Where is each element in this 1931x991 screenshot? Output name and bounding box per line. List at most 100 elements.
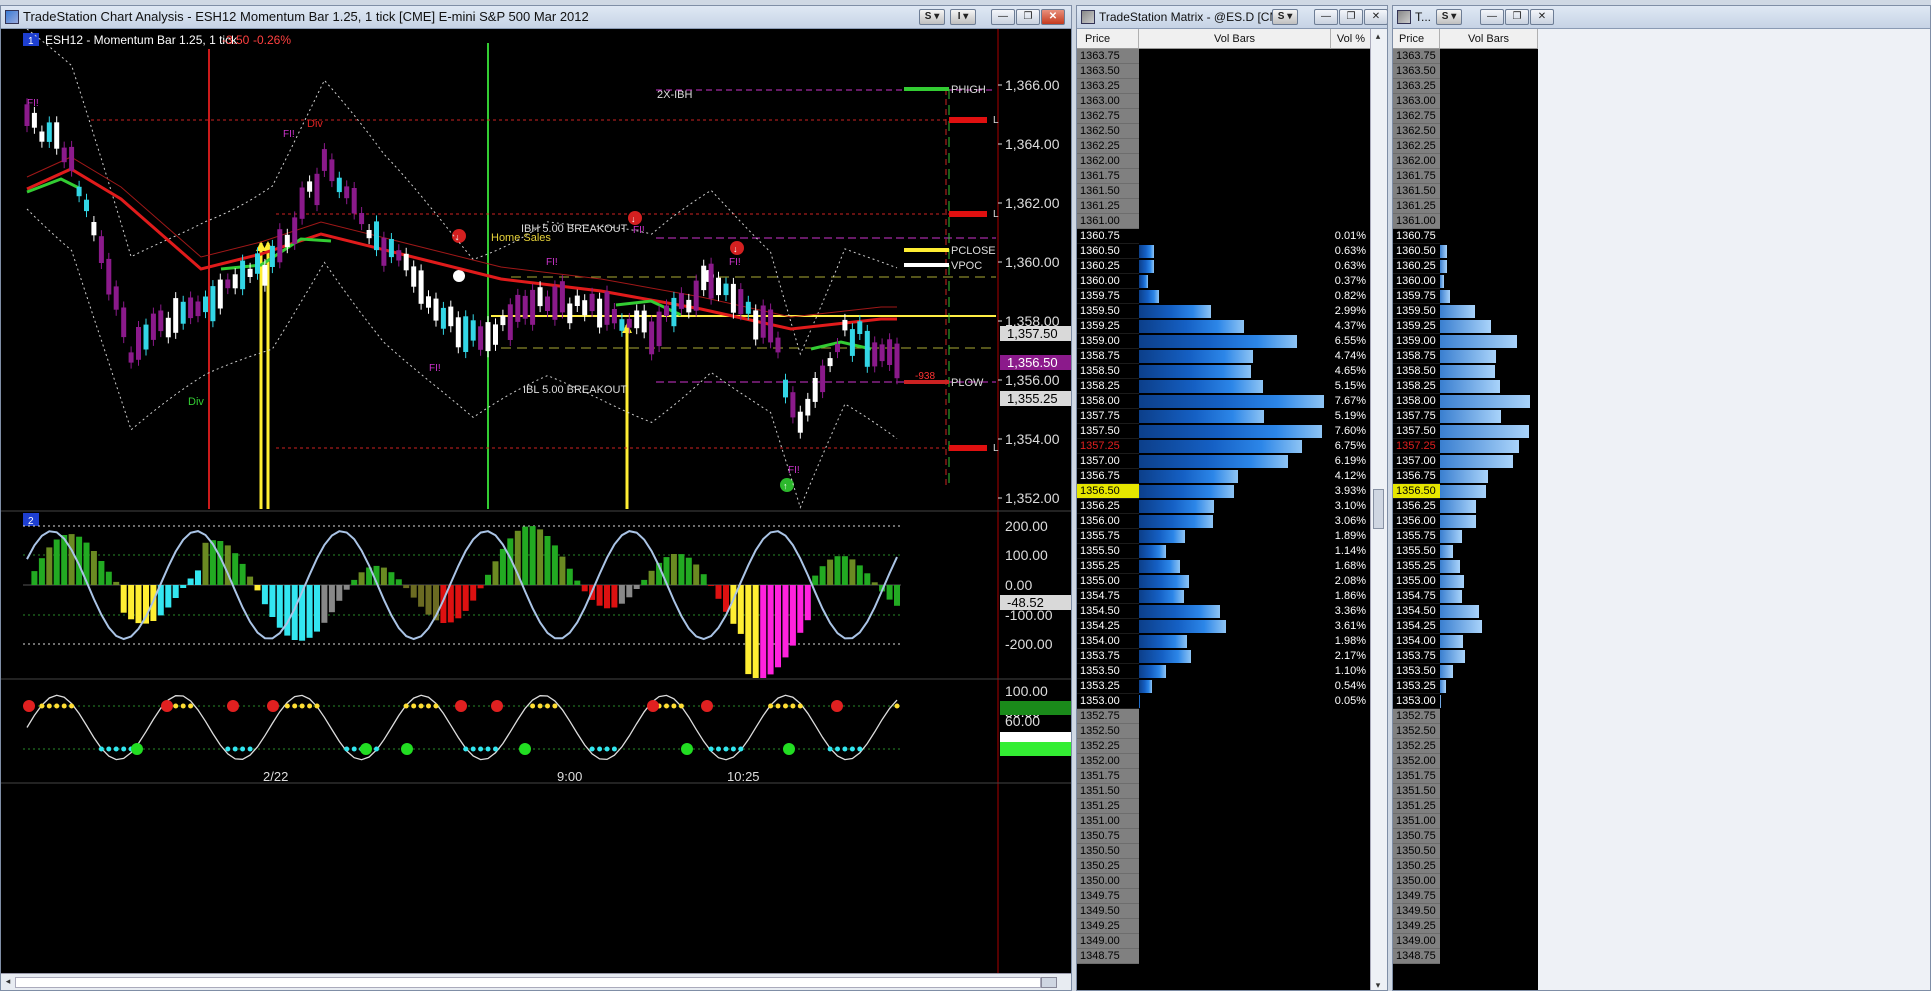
matrix2-row[interactable]: 1356.25 (1393, 499, 1538, 514)
matrix2-price-cell[interactable]: 1358.25 (1393, 379, 1440, 394)
matrix2-row[interactable]: 1361.75 (1393, 169, 1538, 184)
matrix-price-cell[interactable]: 1348.75 (1077, 949, 1139, 964)
matrix2-price-cell[interactable]: 1361.25 (1393, 199, 1440, 214)
matrix2-row[interactable]: 1362.50 (1393, 124, 1538, 139)
matrix2-row[interactable]: 1349.50 (1393, 904, 1538, 919)
matrix-row[interactable]: 1351.25 (1077, 799, 1372, 814)
matrix-row[interactable]: 1362.50 (1077, 124, 1372, 139)
matrix-row[interactable]: 1356.25 3.10% (1077, 499, 1372, 514)
matrix2-row[interactable]: 1351.00 (1393, 814, 1538, 829)
matrix-row[interactable]: 1360.00 0.37% (1077, 274, 1372, 289)
matrix-price-cell[interactable]: 1353.75 (1077, 649, 1139, 664)
matrix2-row[interactable]: 1359.00 (1393, 334, 1538, 349)
matrix-restore-button[interactable]: ❐ (1339, 9, 1363, 25)
matrix2-price-cell[interactable]: 1348.75 (1393, 949, 1440, 964)
matrix-price-cell[interactable]: 1358.50 (1077, 364, 1139, 379)
matrix-price-cell[interactable]: 1351.00 (1077, 814, 1139, 829)
matrix-price-cell[interactable]: 1359.50 (1077, 304, 1139, 319)
matrix-minimize-button[interactable]: — (1314, 9, 1338, 25)
matrix2-minimize-button[interactable]: — (1480, 9, 1504, 25)
matrix2-price-cell[interactable]: 1355.50 (1393, 544, 1440, 559)
matrix2-row[interactable]: 1356.75 (1393, 469, 1538, 484)
matrix-row[interactable]: 1362.25 (1077, 139, 1372, 154)
matrix-price-cell[interactable]: 1350.25 (1077, 859, 1139, 874)
matrix2-price-cell[interactable]: 1356.50 (1393, 484, 1440, 499)
matrix2-price-cell[interactable]: 1356.00 (1393, 514, 1440, 529)
matrix2-price-cell[interactable]: 1358.00 (1393, 394, 1440, 409)
matrix2-row[interactable]: 1362.75 (1393, 109, 1538, 124)
matrix-price-cell[interactable]: 1362.50 (1077, 124, 1139, 139)
matrix2-price-cell[interactable]: 1362.75 (1393, 109, 1440, 124)
matrix2-row[interactable]: 1353.25 (1393, 679, 1538, 694)
matrix2-row[interactable]: 1362.25 (1393, 139, 1538, 154)
matrix2-row[interactable]: 1361.00 (1393, 214, 1538, 229)
matrix-row[interactable]: 1363.50 (1077, 64, 1372, 79)
matrix-row[interactable]: 1356.50 3.93% (1077, 484, 1372, 499)
matrix-price-cell[interactable]: 1354.00 (1077, 634, 1139, 649)
matrix2-price-cell[interactable]: 1358.50 (1393, 364, 1440, 379)
matrix2-row[interactable]: 1357.50 (1393, 424, 1538, 439)
matrix2-price-cell[interactable]: 1354.00 (1393, 634, 1440, 649)
matrix-row[interactable]: 1349.50 (1077, 904, 1372, 919)
matrix2-row[interactable]: 1352.75 (1393, 709, 1538, 724)
matrix-price-cell[interactable]: 1356.75 (1077, 469, 1139, 484)
matrix-row[interactable]: 1357.00 6.19% (1077, 454, 1372, 469)
matrix-price-cell[interactable]: 1363.75 (1077, 49, 1139, 64)
matrix-price-cell[interactable]: 1355.75 (1077, 529, 1139, 544)
matrix-row[interactable]: 1355.50 1.14% (1077, 544, 1372, 559)
matrix-row[interactable]: 1359.50 2.99% (1077, 304, 1372, 319)
matrix-price-cell[interactable]: 1350.50 (1077, 844, 1139, 859)
matrix2-price-cell[interactable]: 1355.25 (1393, 559, 1440, 574)
chart-scrollbar[interactable]: ◂ (1, 973, 1071, 990)
matrix2-price-cell[interactable]: 1356.75 (1393, 469, 1440, 484)
matrix2-price-cell[interactable]: 1363.25 (1393, 79, 1440, 94)
matrix2-price-cell[interactable]: 1360.75 (1393, 229, 1440, 244)
matrix2-row[interactable]: 1359.25 (1393, 319, 1538, 334)
matrix-row[interactable]: 1353.75 2.17% (1077, 649, 1372, 664)
matrix-row[interactable]: 1354.75 1.86% (1077, 589, 1372, 604)
matrix-price-cell[interactable]: 1357.75 (1077, 409, 1139, 424)
matrix2-price-cell[interactable]: 1350.00 (1393, 874, 1440, 889)
matrix-row[interactable]: 1363.25 (1077, 79, 1372, 94)
matrix-row[interactable]: 1350.25 (1077, 859, 1372, 874)
matrix-price-cell[interactable]: 1360.00 (1077, 274, 1139, 289)
matrix2-price-cell[interactable]: 1357.75 (1393, 409, 1440, 424)
matrix2-row[interactable]: 1360.50 (1393, 244, 1538, 259)
matrix2-price-cell[interactable]: 1353.75 (1393, 649, 1440, 664)
matrix2-row[interactable]: 1363.75 (1393, 49, 1538, 64)
volpct-column-header[interactable]: Vol % (1331, 29, 1372, 49)
matrix2-row[interactable]: 1350.25 (1393, 859, 1538, 874)
matrix-price-cell[interactable]: 1357.25 (1077, 439, 1139, 454)
matrix-price-cell[interactable]: 1350.75 (1077, 829, 1139, 844)
matrix-row[interactable]: 1353.00 0.05% (1077, 694, 1372, 709)
matrix2-price-cell[interactable]: 1359.75 (1393, 289, 1440, 304)
matrix-row[interactable]: 1360.50 0.63% (1077, 244, 1372, 259)
matrix2-price-header[interactable]: Price (1393, 29, 1440, 49)
indicator-link-button[interactable]: I ▾ (950, 9, 976, 25)
matrix-titlebar[interactable]: TradeStation Matrix - @ES.D [CM... S ▾ —… (1077, 6, 1387, 29)
matrix2-row[interactable]: 1351.50 (1393, 784, 1538, 799)
matrix2-price-cell[interactable]: 1352.25 (1393, 739, 1440, 754)
matrix2-price-cell[interactable]: 1361.00 (1393, 214, 1440, 229)
matrix2-row[interactable]: 1352.25 (1393, 739, 1538, 754)
matrix2-row[interactable]: 1363.25 (1393, 79, 1538, 94)
matrix2-row[interactable]: 1349.75 (1393, 889, 1538, 904)
chart-scroll-thumb[interactable] (1041, 977, 1057, 988)
matrix-row[interactable]: 1355.00 2.08% (1077, 574, 1372, 589)
matrix2-price-cell[interactable]: 1354.75 (1393, 589, 1440, 604)
matrix-row[interactable]: 1358.25 5.15% (1077, 379, 1372, 394)
matrix-row[interactable]: 1356.75 4.12% (1077, 469, 1372, 484)
matrix-price-cell[interactable]: 1360.75 (1077, 229, 1139, 244)
matrix2-price-cell[interactable]: 1358.75 (1393, 349, 1440, 364)
matrix-price-cell[interactable]: 1354.50 (1077, 604, 1139, 619)
matrix2-price-cell[interactable]: 1357.00 (1393, 454, 1440, 469)
matrix2-price-cell[interactable]: 1351.25 (1393, 799, 1440, 814)
matrix2-row[interactable]: 1354.50 (1393, 604, 1538, 619)
matrix-row[interactable]: 1356.00 3.06% (1077, 514, 1372, 529)
matrix-row[interactable]: 1363.75 (1077, 49, 1372, 64)
matrix-price-cell[interactable]: 1352.25 (1077, 739, 1139, 754)
matrix2-row[interactable]: 1360.75 (1393, 229, 1538, 244)
matrix-price-cell[interactable]: 1353.00 (1077, 694, 1139, 709)
symbol-link-button[interactable]: S ▾ (919, 9, 945, 25)
matrix2-restore-button[interactable]: ❐ (1505, 9, 1529, 25)
